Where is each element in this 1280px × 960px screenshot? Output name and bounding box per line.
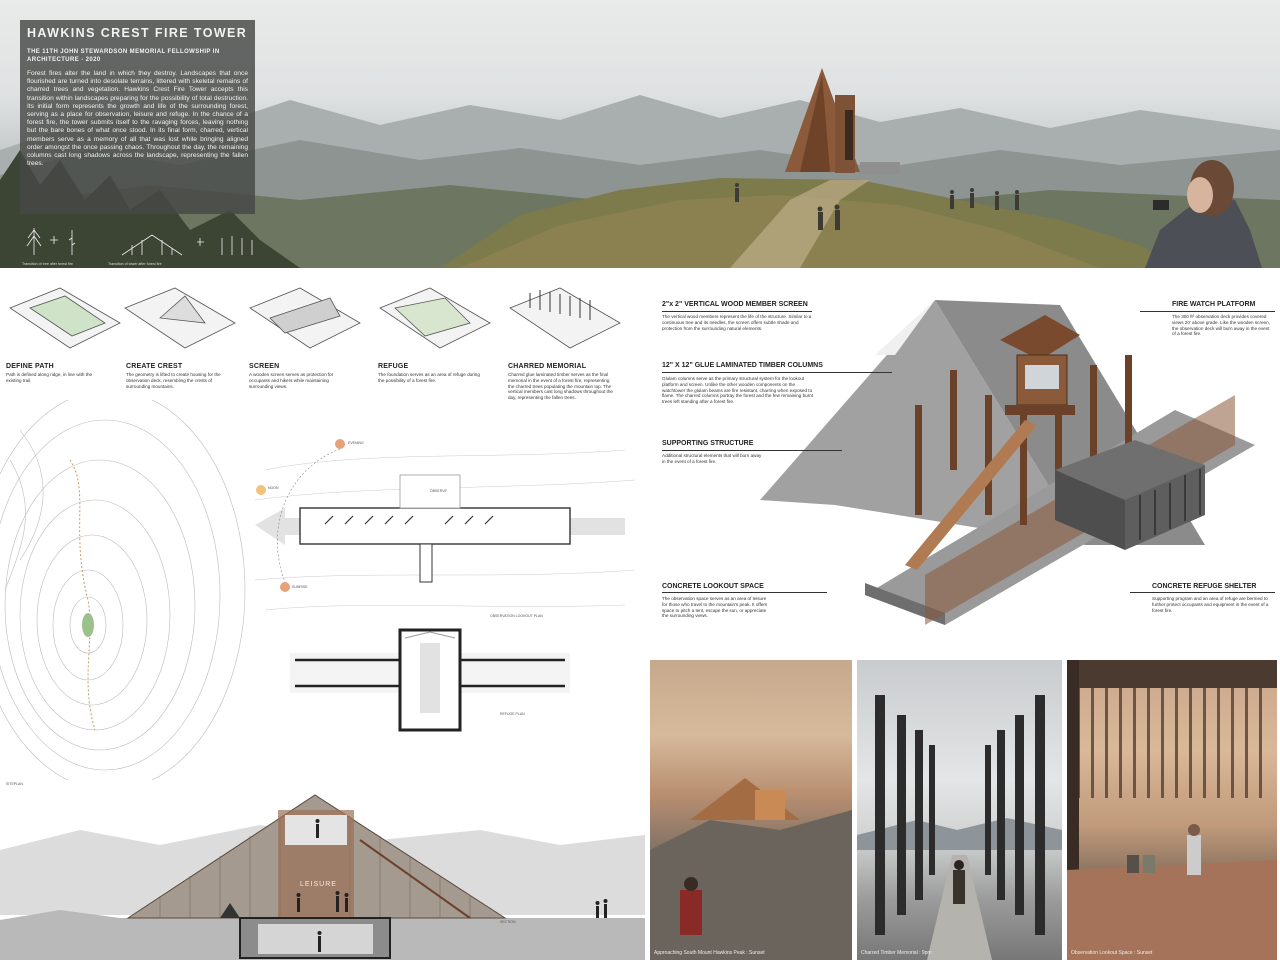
axon-title-platform: FIRE WATCH PLATFORM: [1172, 301, 1256, 308]
observation-lookout-plan-drawing: [254, 439, 636, 611]
render-approach-illustration: [650, 778, 852, 960]
axon-title-screen: 2"x 2" VERTICAL WOOD MEMBER SCREEN: [662, 301, 808, 308]
refuge-plan-label: REFUGE PLAN: [500, 712, 525, 716]
transition-sketches: [26, 228, 253, 256]
exploded-axonometric-drawing: [760, 300, 1255, 625]
sketch-caption-tree: Transition of tree after forest fire: [22, 262, 73, 266]
diagram-text-define-path: Path is defined along ridge, in line wit…: [6, 372, 93, 383]
diagram-text-create-crest: The geometry is lifted to create housing…: [126, 372, 221, 389]
diagram-text-refuge: The foundation serves as an area of refu…: [378, 372, 480, 383]
axon-text-columns: Glulam columns serve as the primary stru…: [662, 376, 814, 405]
diagram-title-define-path: DEFINE PATH: [6, 363, 54, 370]
render-approach: Approaching South Mount Hawkins Peak : S…: [650, 660, 852, 960]
concept-diagrams: [9, 287, 621, 349]
sun-label-evening: EVENING: [348, 441, 364, 445]
render-lookout: Observation Lookout Space : Sunset: [1067, 660, 1277, 960]
render-lookout-caption: Observation Lookout Space : Sunset: [1071, 950, 1153, 956]
site-plan-label: SITEPLAN: [6, 782, 23, 786]
axon-title-shelter: CONCRETE REFUGE SHELTER: [1152, 583, 1257, 590]
diagram-title-charred-memorial: CHARRED MEMORIAL: [508, 363, 587, 370]
axon-leader-columns: [662, 372, 892, 373]
axon-leader-lookout: [662, 592, 827, 593]
sun-label-sunrise: SUNRISE: [292, 585, 308, 589]
lookout-plan-label: OBSERVATION LOOKOUT PLAN: [490, 614, 543, 618]
axon-title-columns: 12" X 12" GLUE LAMINATED TIMBER COLUMNS: [662, 362, 823, 369]
render-lookout-illustration: [1067, 660, 1277, 960]
axon-text-lookout: The observation space serves as an area …: [662, 596, 768, 619]
sketch-caption-tower: Transition of tower after forest fire: [108, 262, 162, 266]
site-plan-topography: [0, 400, 246, 780]
section-label: SECTION: [500, 920, 516, 924]
intro-panel: HAWKINS CREST FIRE TOWER THE 11TH JOHN S…: [20, 20, 255, 214]
axon-text-screen: The vertical wood members represent the …: [662, 314, 812, 331]
diagram-title-screen: SCREEN: [249, 363, 280, 370]
axon-leader-screen: [662, 311, 812, 312]
page-subtitle: THE 11TH JOHN STEWARDSON MEMORIAL FELLOW…: [27, 49, 220, 63]
axon-title-support: SUPPORTING STRUCTURE: [662, 440, 754, 447]
intro-text: Forest fires alter the land in which the…: [27, 70, 248, 168]
axon-text-platform: The 300 ft² observation deck provides co…: [1172, 314, 1270, 337]
diagram-title-refuge: REFUGE: [378, 363, 409, 370]
page-title: HAWKINS CREST FIRE TOWER: [27, 26, 248, 40]
render-memorial-illustration: [857, 695, 1062, 960]
axon-title-lookout: CONCRETE LOOKOUT SPACE: [662, 583, 764, 590]
render-approach-caption: Approaching South Mount Hawkins Peak : S…: [654, 950, 765, 956]
diagram-text-charred-memorial: Charred glue laminated timber serves as …: [508, 372, 613, 401]
render-memorial: Charred Timber Memorial : 9pm: [857, 660, 1062, 960]
diagram-title-create-crest: CREATE CREST: [126, 363, 183, 370]
axon-leader-support: [662, 450, 842, 451]
section-drawing: [0, 794, 645, 960]
diagram-text-screen: A wooden screen serves as protection for…: [249, 372, 334, 389]
axon-text-support: Additional structural elements that will…: [662, 453, 762, 464]
observe-label: OBSERVE: [430, 489, 447, 493]
sun-label-noon: NOON: [268, 486, 279, 490]
axon-leader-platform: [1140, 311, 1275, 312]
refuge-plan-drawing: [290, 628, 570, 732]
section-leisure-label: LEISURE: [300, 881, 337, 888]
render-memorial-caption: Charred Timber Memorial : 9pm: [861, 950, 932, 956]
axon-text-shelter: Supporting program and an area of refuge…: [1152, 596, 1269, 613]
axon-leader-shelter: [1130, 592, 1275, 593]
